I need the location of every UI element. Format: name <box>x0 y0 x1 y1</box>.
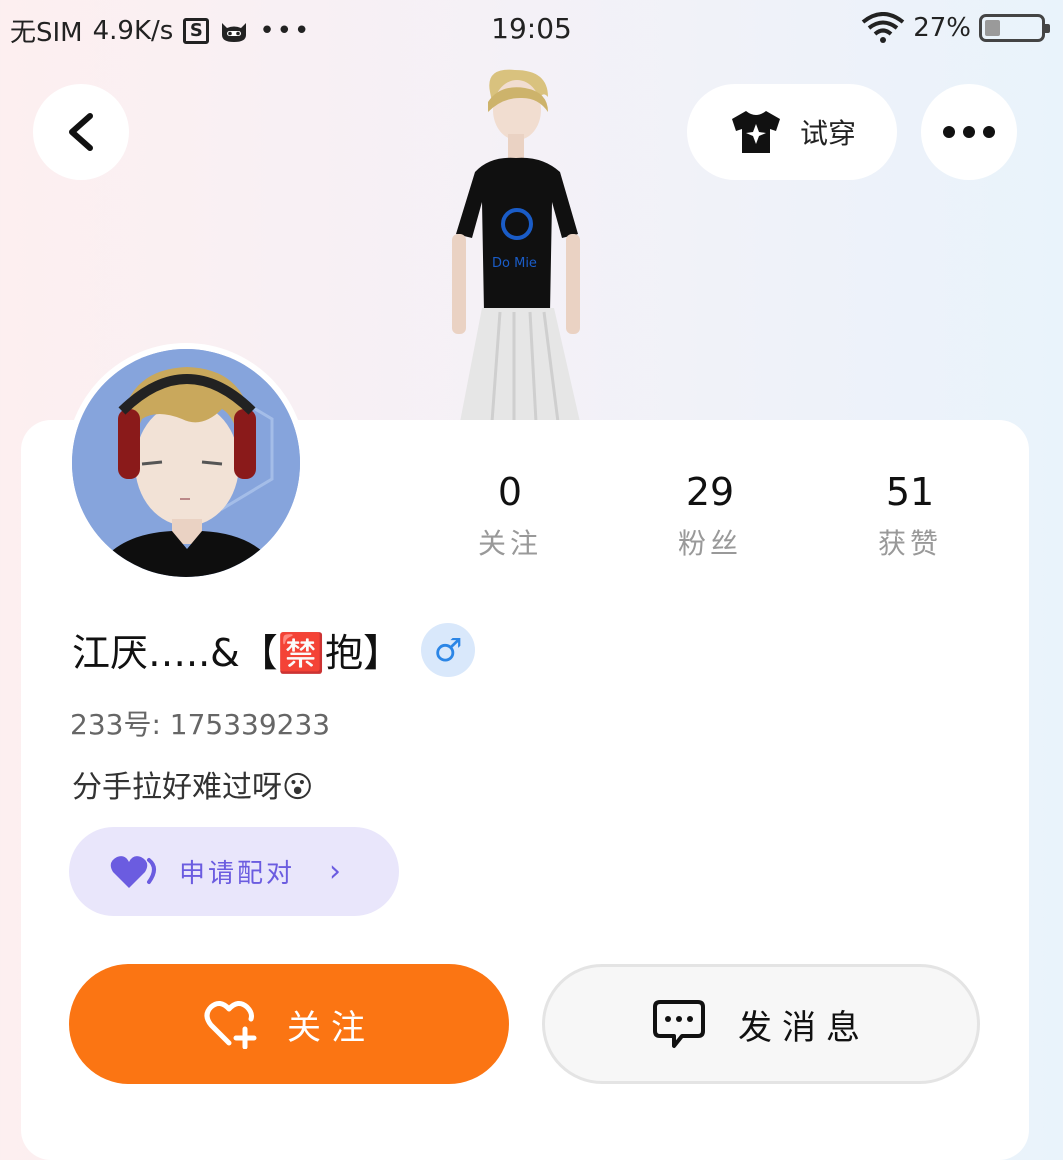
profile-avatar[interactable] <box>66 343 306 583</box>
stat-following[interactable]: 0 关注 <box>410 470 610 562</box>
send-message-label: 发消息 <box>738 1007 870 1048</box>
back-button[interactable] <box>33 84 129 180</box>
username: 江厌…..&【🈲抱】 <box>72 631 402 675</box>
stat-label: 关注 <box>477 527 542 560</box>
heart-plus-icon <box>204 1001 257 1049</box>
battery-icon <box>979 14 1050 42</box>
wifi-icon <box>861 12 905 43</box>
battery-percent: 27% <box>913 13 971 43</box>
stat-followers[interactable]: 29 粉丝 <box>610 470 810 562</box>
send-message-button[interactable]: 发消息 <box>542 964 980 1084</box>
stat-value: 51 <box>885 470 935 514</box>
status-bar: 无SIM 4.9K/s S ••• 19:05 27% <box>0 0 1063 60</box>
status-right: 27% <box>861 12 1050 44</box>
try-on-label: 试穿 <box>799 117 856 150</box>
follow-button[interactable]: 关注 <box>69 964 509 1084</box>
bio-text: 分手拉好难过呀😮 <box>72 770 314 805</box>
stat-value: 0 <box>497 470 523 514</box>
battery-fill <box>985 20 1000 36</box>
stat-label: 粉丝 <box>677 527 742 560</box>
svg-text:Do Mie: Do Mie <box>492 256 537 271</box>
request-pair-button[interactable]: 申请配对 › <box>69 827 399 916</box>
male-gender-icon: ♂ <box>421 622 476 677</box>
avatar-image <box>72 349 300 577</box>
chevron-right-icon: › <box>329 854 345 889</box>
follow-label: 关注 <box>287 1007 375 1048</box>
tshirt-icon <box>731 111 780 153</box>
name-row: 江厌…..&【🈲抱】 ♂ <box>72 622 476 677</box>
request-pair-label: 申请配对 <box>179 859 296 889</box>
user-id[interactable]: 233号: 175339233 <box>70 703 330 743</box>
character-avatar-figure[interactable]: Do Mie <box>430 62 600 422</box>
try-on-button[interactable]: 试穿 <box>687 84 897 180</box>
stat-likes[interactable]: 51 获赞 <box>810 470 1010 562</box>
stat-label: 获赞 <box>877 527 942 560</box>
double-heart-icon <box>110 855 156 888</box>
more-dots-icon <box>939 123 999 142</box>
stat-value: 29 <box>685 470 735 514</box>
more-options-button[interactable] <box>921 84 1017 180</box>
stats-row: 0 关注 29 粉丝 51 获赞 <box>410 470 1010 562</box>
chevron-left-icon <box>69 113 93 151</box>
chat-bubble-icon <box>653 1000 705 1048</box>
